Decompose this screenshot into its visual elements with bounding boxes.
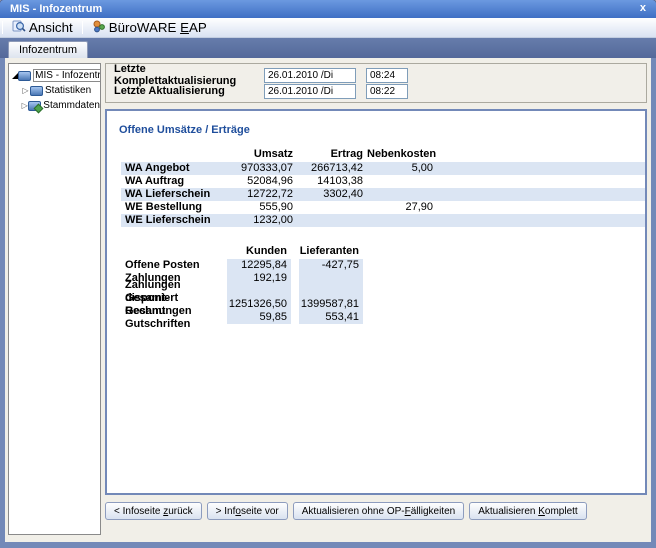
- cell-value: 970333,07: [227, 162, 297, 175]
- date-field[interactable]: [264, 84, 356, 99]
- table-row: WE Lieferschein 1232,00: [121, 214, 645, 227]
- cell-value: 52084,96: [227, 175, 297, 188]
- cell-value: 12722,72: [227, 188, 297, 201]
- header-cell-kunden: Kunden: [227, 245, 291, 258]
- cell-value: 192,19: [227, 272, 291, 285]
- row-label: WA Angebot: [121, 162, 227, 175]
- main-panel: Offene Umsätze / Erträge Umsatz Ertrag N…: [105, 109, 647, 495]
- header-cell-lieferanten: Lieferanten: [299, 245, 363, 258]
- cell-value: 553,41: [299, 311, 363, 324]
- tab-label: Infozentrum: [19, 44, 77, 56]
- update-label: Letzte Komplettaktualisierung: [114, 63, 264, 87]
- close-icon: x: [640, 2, 646, 14]
- tree-item-label[interactable]: Stammdaten: [43, 100, 100, 111]
- table-row: WE Bestellung 555,90 27,90: [121, 201, 645, 214]
- table-row: WA Angebot 970333,07 266713,42 5,00: [121, 162, 645, 175]
- cell-value: 1251326,50: [227, 298, 291, 311]
- header-cell-umsatz: Umsatz: [227, 148, 297, 161]
- toolbar-grip: [2, 21, 3, 34]
- app-window: MIS - Infozentrum x Ansicht: [0, 0, 656, 548]
- titlebar: MIS - Infozentrum x: [0, 0, 656, 18]
- collapse-arrow-icon[interactable]: ▷: [21, 83, 30, 98]
- cell-value: 3302,40: [297, 188, 367, 201]
- cell-value: -427,75: [299, 259, 363, 272]
- buroware-eap-label: BüroWARE EAP: [109, 20, 207, 35]
- update-row: Letzte Komplettaktualisierung: [114, 67, 638, 83]
- right-column: Letzte Komplettaktualisierung Letzte Akt…: [105, 63, 647, 542]
- monitor-icon: [30, 86, 43, 96]
- cell-value: 14103,38: [297, 175, 367, 188]
- row-label: Offene Posten: [121, 259, 227, 272]
- update-row: Letzte Aktualisierung: [114, 83, 638, 99]
- tab-infozentrum[interactable]: Infozentrum: [8, 41, 88, 58]
- time-field[interactable]: [366, 84, 408, 99]
- table-header-row: Kunden Lieferanten: [121, 245, 645, 258]
- ansicht-button[interactable]: Ansicht: [6, 19, 79, 37]
- cell-value: 1232,00: [227, 214, 297, 227]
- tree-item-mis-infozentrum[interactable]: ◢ MIS - Infozentrum: [9, 68, 100, 83]
- tabstrip: Infozentrum: [0, 38, 656, 58]
- row-label: WA Auftrag: [121, 175, 227, 188]
- row-label: Gesamt Gutschriften: [121, 305, 227, 331]
- header-cell-nebenkosten: Nebenkosten: [367, 148, 437, 161]
- ansicht-label: Ansicht: [29, 20, 73, 35]
- monitor-icon: [18, 71, 31, 81]
- table-header-row: Umsatz Ertrag Nebenkosten: [121, 148, 645, 161]
- collapse-arrow-icon[interactable]: ▷: [21, 98, 28, 113]
- header-cell-ertrag: Ertrag: [297, 148, 367, 161]
- buroware-eap-button[interactable]: BüroWARE EAP: [86, 19, 213, 37]
- date-field[interactable]: [264, 68, 356, 83]
- tree-panel: ◢ MIS - Infozentrum ▷ Statistiken ▷ Stam…: [8, 63, 101, 535]
- time-field[interactable]: [366, 68, 408, 83]
- table-row: Gesamt Gutschriften 59,85 553,41: [121, 311, 645, 324]
- buroware-icon: [92, 19, 106, 36]
- table-row: WA Lieferschein 12722,72 3302,40: [121, 188, 645, 201]
- cell-value: [227, 285, 291, 298]
- section-title: Offene Umsätze / Erträge: [119, 124, 645, 136]
- tree-item-stammdaten[interactable]: ▷ Stammdaten: [9, 98, 100, 113]
- toolbar-separator: [82, 21, 83, 34]
- cell-value: [299, 272, 363, 285]
- aktualisieren-komplett-button[interactable]: Aktualisieren Komplett: [469, 502, 587, 520]
- toolbar: Ansicht BüroWARE EAP: [0, 18, 656, 38]
- row-label: WE Bestellung: [121, 201, 227, 214]
- cell-value: 5,00: [367, 162, 437, 175]
- cell-value: 59,85: [227, 311, 291, 324]
- cell-value: 12295,84: [227, 259, 291, 272]
- row-label: WE Lieferschein: [121, 214, 227, 227]
- window-title: MIS - Infozentrum: [10, 3, 102, 15]
- table-row: WA Auftrag 52084,96 14103,38: [121, 175, 645, 188]
- close-button[interactable]: x: [640, 2, 646, 15]
- tree-item-label[interactable]: Statistiken: [45, 85, 91, 96]
- update-box: Letzte Komplettaktualisierung Letzte Akt…: [105, 63, 647, 103]
- tree-item-statistiken[interactable]: ▷ Statistiken: [9, 83, 100, 98]
- content-area: ◢ MIS - Infozentrum ▷ Statistiken ▷ Stam…: [0, 58, 656, 548]
- aktualisieren-ohne-op-button[interactable]: Aktualisieren ohne OP-Fälligkeiten: [293, 502, 464, 520]
- infoseite-zurueck-button[interactable]: < Infoseite zurück: [105, 502, 202, 520]
- update-label: Letzte Aktualisierung: [114, 85, 264, 97]
- cell-value: 555,90: [227, 201, 297, 214]
- footer-button-bar: < Infoseite zurück > Infoseite vor Aktua…: [105, 502, 647, 520]
- cell-value: 1399587,81: [299, 298, 363, 311]
- cell-value: [299, 285, 363, 298]
- posten-table: Kunden Lieferanten Offene Posten 12295,8…: [121, 245, 645, 324]
- monitor-pencil-icon: [28, 101, 41, 111]
- table-row: Offene Posten 12295,84 -427,75: [121, 259, 645, 272]
- cell-value: 27,90: [367, 201, 437, 214]
- tree-item-label[interactable]: MIS - Infozentrum: [33, 69, 101, 82]
- umsaetze-table: Umsatz Ertrag Nebenkosten WA Angebot 970…: [121, 148, 645, 227]
- infoseite-vor-button[interactable]: > Infoseite vor: [207, 502, 288, 520]
- magnifier-icon: [12, 19, 26, 36]
- row-label: WA Lieferschein: [121, 188, 227, 201]
- cell-value: 266713,42: [297, 162, 367, 175]
